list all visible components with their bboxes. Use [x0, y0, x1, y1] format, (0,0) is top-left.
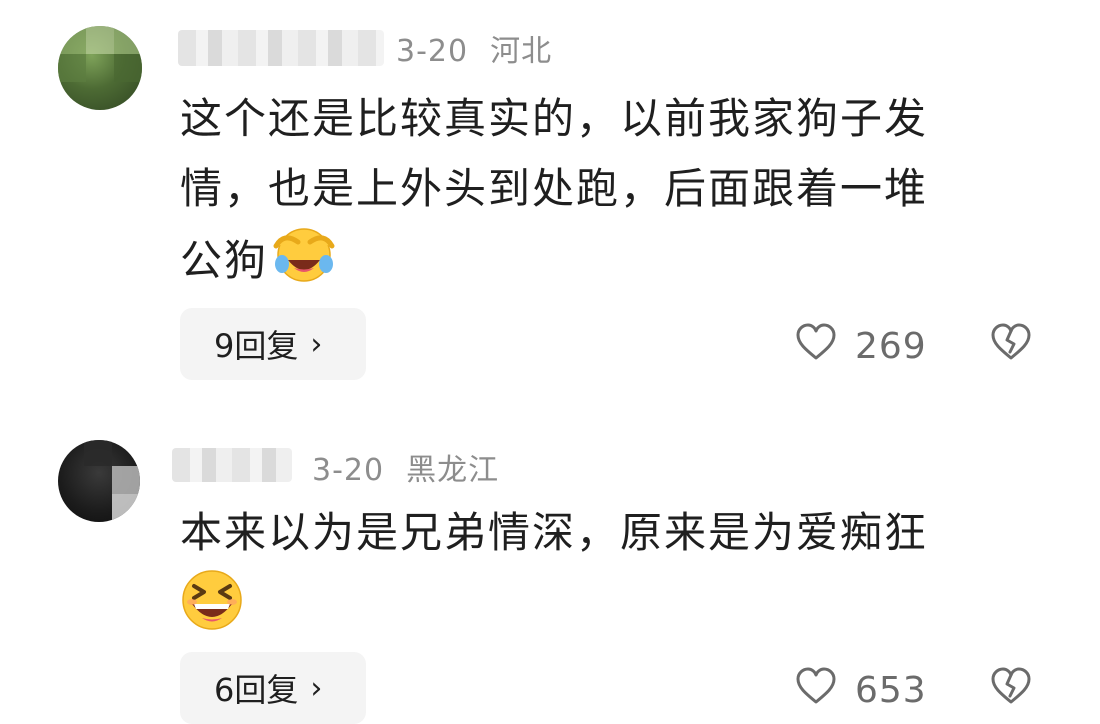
avatar[interactable]: [58, 440, 140, 522]
avatar[interactable]: [58, 26, 142, 110]
like-button[interactable]: 653: [795, 666, 927, 715]
username-blurred[interactable]: [172, 448, 292, 482]
reply-label: 6回复: [214, 671, 299, 709]
comment-text: 本来以为是兄弟情深，原来是为爱痴狂: [180, 498, 1060, 653]
heart-outline-icon: [795, 322, 837, 371]
comment-text-line: 本来以为是兄弟情深，原来是为爱痴狂: [180, 508, 929, 557]
comment-meta: 3-20 河北: [396, 26, 574, 70]
chevron-right-icon: ›: [310, 670, 323, 706]
reply-label: 9回复: [214, 327, 299, 365]
comment-text: 这个还是比较真实的，以前我家狗子发 情，也是上外头到处跑，后面跟着一堆 公狗: [180, 84, 1060, 303]
like-count: 269: [855, 326, 927, 367]
comment-location: 黑龙江: [406, 453, 500, 488]
comment-location: 河北: [490, 34, 553, 69]
laughing-cry-emoji: [272, 224, 336, 303]
comment-item: 3-20 河北 这个还是比较真实的，以前我家狗子发 情，也是上外头到处跑，后面跟着一…: [0, 0, 1100, 400]
broken-heart-outline-icon: [990, 323, 1032, 366]
comment-text-line: 公狗: [180, 236, 269, 285]
comment-meta: 3-20 黑龙江: [312, 445, 521, 489]
comment-text-line: 这个还是比较真实的，以前我家狗子发: [180, 94, 929, 143]
broken-heart-outline-icon: [990, 667, 1032, 710]
reply-button[interactable]: 9回复 ›: [180, 308, 366, 380]
dislike-button[interactable]: [990, 666, 1032, 710]
comment-item: 3-20 黑龙江 本来以为是兄弟情深，原来是为爱痴狂 6回复 › 653: [0, 400, 1100, 724]
comment-date: 3-20: [312, 453, 385, 488]
like-count: 653: [855, 670, 927, 711]
comment-text-line: 情，也是上外头到处跑，后面跟着一堆: [180, 164, 929, 213]
comment-date: 3-20: [396, 34, 469, 69]
username-blurred[interactable]: [178, 30, 384, 66]
heart-outline-icon: [795, 666, 837, 715]
grinning-squint-emoji: [180, 568, 244, 653]
reply-button[interactable]: 6回复 ›: [180, 652, 366, 724]
like-button[interactable]: 269: [795, 322, 927, 371]
dislike-button[interactable]: [990, 322, 1032, 366]
chevron-right-icon: ›: [310, 326, 323, 362]
